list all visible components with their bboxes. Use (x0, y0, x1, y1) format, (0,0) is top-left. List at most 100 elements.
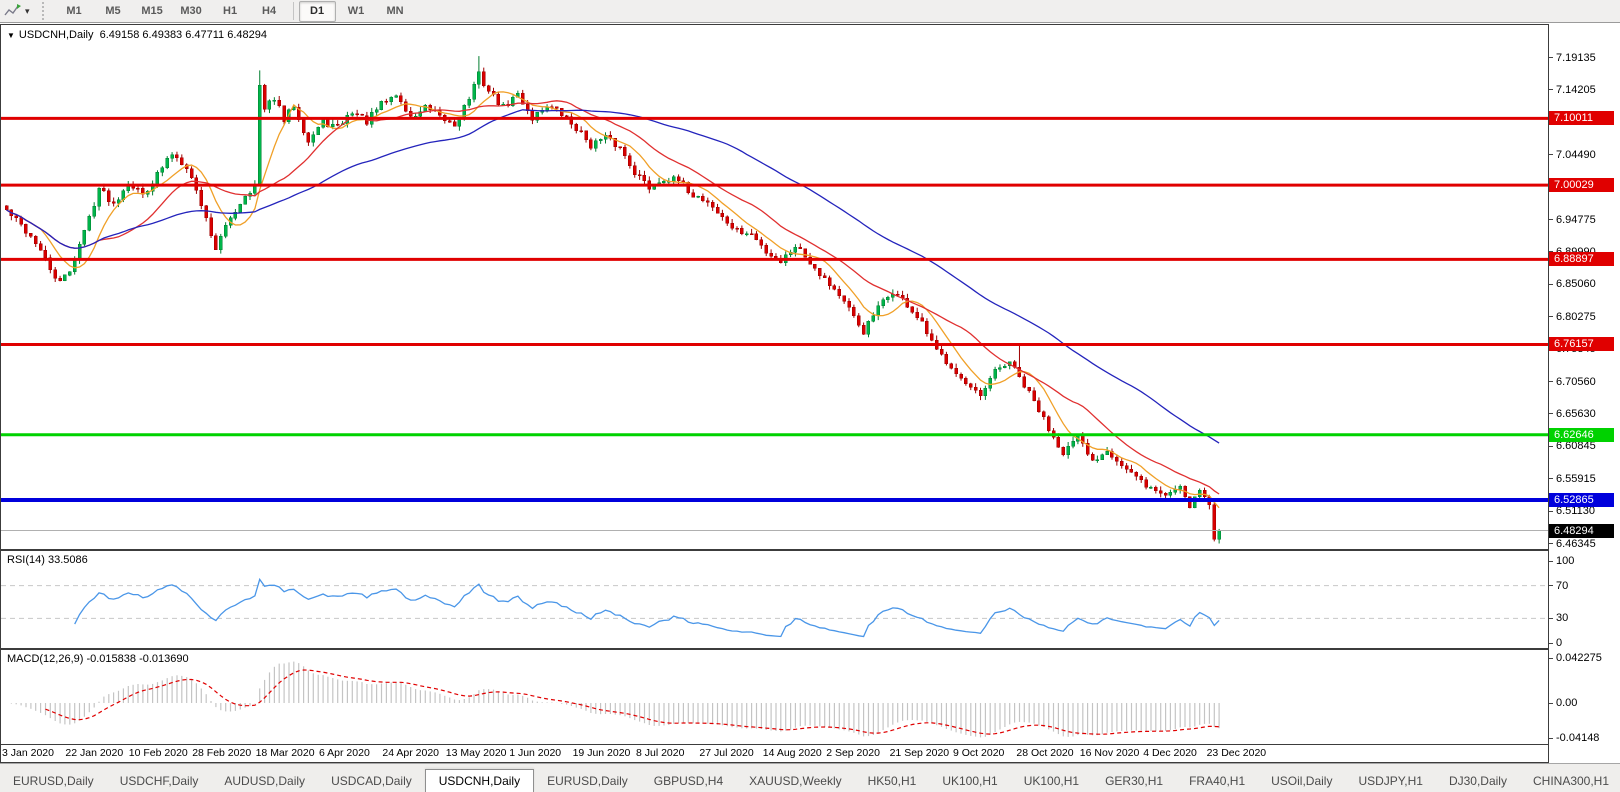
chart-tool-button[interactable]: ▾ (0, 1, 34, 22)
trading-platform-window: ▾ M1 M5 M15 M30 H1 H4 D1 W1 MN ▼ USDCNH,Daily 6.4… (0, 0, 1620, 792)
price-tick-label: 7.19135 (1549, 52, 1596, 64)
timeframe-button-m30[interactable]: M30 (173, 1, 210, 22)
price-axis: 7.191357.142057.094207.044906.995606.947… (1549, 24, 1619, 763)
axis-tick-mark (1549, 381, 1553, 382)
rsi-tick-label: 100 (1549, 555, 1574, 567)
main-chart-canvas[interactable] (1, 25, 1548, 549)
date-axis-label: 14 Aug 2020 (762, 747, 822, 759)
chart-tab-uk100-h1[interactable]: UK100,H1 (929, 770, 1010, 792)
chart-tab-dj30-daily[interactable]: DJ30,Daily (1436, 770, 1520, 792)
toolbar-drag-handle[interactable] (41, 2, 49, 20)
chart-tab-eurusd-daily[interactable]: EURUSD,Daily (0, 770, 107, 792)
chart-tab-gbpusd-h4[interactable]: GBPUSD,H4 (641, 770, 736, 792)
axis-tick-mark (1549, 737, 1553, 739)
rsi-tick-label: 30 (1549, 612, 1568, 624)
timeframe-toolbar: ▾ M1 M5 M15 M30 H1 H4 D1 W1 MN (0, 0, 1620, 23)
chart-tab-hk50-h1[interactable]: HK50,H1 (855, 770, 930, 792)
chart-tab-uk100-h1[interactable]: UK100,H1 (1011, 770, 1092, 792)
timeframe-button-d1[interactable]: D1 (298, 0, 336, 22)
price-tick-label: 6.65630 (1549, 408, 1596, 420)
macd-indicator-canvas[interactable] (1, 650, 1548, 744)
price-tick-label: 6.94775 (1549, 214, 1596, 226)
macd-tick-label: -0.04148 (1549, 732, 1599, 744)
chart-tab-usdchf-daily[interactable]: USDCHF,Daily (107, 770, 212, 792)
chart-tab-bar: EURUSD,Daily USDCHF,Daily AUDUSD,Daily USDC… (0, 763, 1620, 792)
macd-tick-label: 0.042275 (1549, 652, 1602, 664)
chevron-down-icon[interactable]: ▾ (25, 6, 30, 17)
chart-tab-ger30-h1[interactable]: GER30,H1 (1092, 770, 1176, 792)
date-axis-label: 10 Feb 2020 (128, 747, 188, 759)
date-axis-label: 21 Sep 2020 (889, 747, 950, 759)
timeframe-button-mn[interactable]: MN (377, 1, 414, 22)
date-axis-label: 23 Dec 2020 (1206, 747, 1267, 759)
date-axis-label: 4 Dec 2020 (1143, 747, 1197, 759)
date-axis-label: 22 Jan 2020 (65, 747, 124, 759)
date-axis-label: 1 Jun 2020 (509, 747, 562, 759)
date-axis-label: 28 Feb 2020 (192, 747, 252, 759)
crosshair-tool-icon[interactable] (4, 3, 22, 19)
price-tick-label: 6.80275 (1549, 311, 1596, 323)
date-axis-label: 3 Jan 2020 (2, 747, 54, 759)
price-tick-label: 6.70560 (1549, 376, 1596, 388)
axis-tick-mark (1549, 657, 1553, 659)
rsi-tick-label: 70 (1549, 580, 1568, 592)
date-axis-label: 18 Mar 2020 (255, 747, 315, 759)
date-axis-label: 13 May 2020 (445, 747, 507, 759)
axis-tick-mark (1549, 702, 1553, 704)
timeframe-group-separator (292, 2, 294, 20)
axis-tick-mark (1549, 642, 1553, 644)
chart-tab-fra40-h1[interactable]: FRA40,H1 (1176, 770, 1258, 792)
rsi-tick-label: 0 (1549, 637, 1562, 649)
timeframe-button-h4[interactable]: H4 (251, 1, 288, 22)
level-price-badge: 6.76157 (1549, 337, 1614, 352)
rsi-indicator-label: RSI(14) 33.5086 (7, 554, 88, 566)
chart-tab-eurusd-daily[interactable]: EURUSD,Daily (534, 770, 641, 792)
current-price-badge: 6.48294 (1549, 523, 1614, 538)
chart-tab-audusd-daily[interactable]: AUDUSD,Daily (211, 770, 318, 792)
date-axis-label: 9 Oct 2020 (953, 747, 1005, 759)
axis-tick-mark (1549, 510, 1553, 512)
date-axis-label: 24 Apr 2020 (382, 747, 440, 759)
axis-tick-mark (1549, 316, 1553, 318)
date-axis-label: 27 Jul 2020 (699, 747, 754, 759)
date-axis-label: 2 Sep 2020 (826, 747, 880, 759)
date-axis-label: 16 Nov 2020 (1079, 747, 1140, 759)
chart-tab-china300-h1[interactable]: CHINA300,H1 (1520, 770, 1620, 792)
chart-tab-usdcnh-daily[interactable]: USDCNH,Daily (424, 769, 535, 792)
chart-tab-usoil-daily[interactable]: USOil,Daily (1258, 770, 1345, 792)
axis-tick-mark (1549, 478, 1553, 480)
axis-tick-mark (1549, 543, 1553, 544)
chart-tab-xauusd-weekly[interactable]: XAUUSD,Weekly (736, 770, 854, 792)
timeframe-button-m15[interactable]: M15 (134, 1, 171, 22)
price-tick-label: 7.04490 (1549, 149, 1596, 161)
axis-tick-mark (1549, 445, 1553, 447)
price-tick-label: 6.85060 (1549, 278, 1596, 290)
level-price-badge: 6.52865 (1549, 492, 1614, 507)
date-axis-label: 8 Jul 2020 (636, 747, 685, 759)
price-tick-label: 7.14205 (1549, 84, 1596, 96)
chart-tab-usdcad-daily[interactable]: USDCAD,Daily (318, 770, 425, 792)
date-axis-label: 19 Jun 2020 (572, 747, 631, 759)
price-tick-label: 6.55915 (1549, 473, 1596, 485)
timeframe-button-w1[interactable]: W1 (338, 1, 375, 22)
chart-tab-usdjpy-h1[interactable]: USDJPY,H1 (1345, 770, 1435, 792)
axis-tick-mark (1549, 560, 1553, 562)
timeframe-button-m1[interactable]: M1 (56, 1, 93, 22)
date-axis-label: 6 Apr 2020 (319, 747, 370, 759)
chart-ohlc-values: 6.49158 6.49383 6.47711 6.48294 (93, 29, 267, 41)
axis-tick-mark (1549, 617, 1553, 619)
timeframe-button-h1[interactable]: H1 (212, 1, 249, 22)
macd-date-separator (0, 744, 1619, 745)
axis-tick-mark (1549, 283, 1553, 285)
timeframe-button-m5[interactable]: M5 (95, 1, 132, 22)
axis-tick-mark (1549, 413, 1553, 415)
macd-tick-label: 0.00 (1549, 697, 1577, 709)
date-axis-label: 28 Oct 2020 (1016, 747, 1074, 759)
axis-tick-mark (1549, 57, 1553, 58)
collapse-chart-icon[interactable]: ▼ (7, 31, 15, 40)
rsi-indicator-canvas[interactable] (1, 551, 1548, 648)
axis-tick-mark (1549, 585, 1553, 587)
macd-indicator-label: MACD(12,26,9) -0.015838 -0.013690 (7, 653, 189, 665)
price-tick-label: 6.46345 (1549, 538, 1596, 550)
axis-tick-mark (1549, 219, 1553, 220)
